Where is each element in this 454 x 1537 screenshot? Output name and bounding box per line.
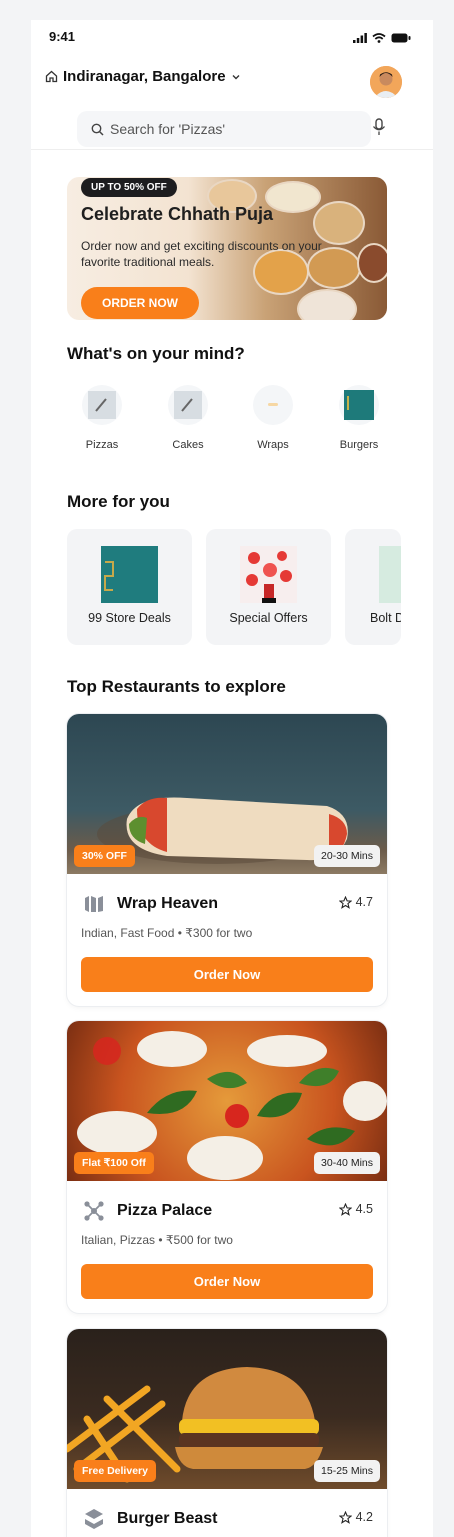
category-label: Burgers — [339, 439, 379, 451]
restaurant-photo: Free Delivery 15-25 Mins — [67, 1329, 387, 1489]
restaurant-photo: 30% OFF 20-30 Mins — [67, 714, 387, 874]
section-title-top: Top Restaurants to explore — [67, 677, 286, 696]
search-bar[interactable]: Search for 'Pizzas' — [77, 111, 371, 147]
rating-value: 4.5 — [355, 1202, 373, 1216]
banner-title: Celebrate Chhath Puja — [81, 204, 274, 224]
pizza-icon — [82, 385, 122, 425]
category-burgers[interactable]: Burgers — [329, 385, 389, 451]
app-header: Indiranagar, Bangalore Search for 'Pizza… — [31, 54, 433, 150]
offer-badge: Free Delivery — [74, 1460, 156, 1482]
star-icon — [338, 895, 352, 909]
decorative-plate — [357, 243, 387, 283]
order-now-button[interactable]: Order Now — [81, 1264, 373, 1299]
star-icon — [338, 1510, 352, 1524]
tile-label: Special Offers — [229, 611, 308, 625]
offer-badge: 30% OFF — [74, 845, 135, 867]
rating: 4.7 — [338, 895, 373, 909]
delivery-time-badge: 20-30 Mins — [314, 845, 380, 867]
status-time: 9:41 — [49, 29, 76, 44]
section-title-mind: What's on your mind? — [67, 344, 245, 363]
wrap-icon — [253, 385, 293, 425]
restaurant-logo-icon — [85, 896, 103, 912]
category-wraps[interactable]: Wraps — [243, 385, 303, 451]
discount-tag: UP TO 50% OFF — [81, 178, 177, 197]
section-title-more: More for you — [67, 492, 170, 511]
special-offers-image — [240, 546, 297, 603]
system-icons — [353, 33, 411, 43]
more-tile-store-deals[interactable]: 99 Store Deals — [67, 529, 192, 645]
avatar[interactable] — [370, 66, 402, 98]
order-now-button[interactable]: ORDER NOW — [81, 287, 199, 319]
microphone-icon[interactable] — [372, 118, 386, 136]
phone-screen: 9:41 Indiranagar, Bangalore Search for '… — [31, 20, 433, 1537]
restaurant-card[interactable]: Flat ₹100 Off 30-40 Mins Pizza Palace 4.… — [67, 1021, 387, 1313]
delivery-time-badge: 30-40 Mins — [314, 1152, 380, 1174]
decorative-plate — [297, 289, 357, 320]
star-icon — [338, 1202, 352, 1216]
category-cakes[interactable]: Cakes — [158, 385, 218, 451]
banner-description: Order now and get exciting discounts on … — [81, 239, 322, 269]
tile-label: 99 Store Deals — [88, 611, 171, 625]
rating: 4.2 — [338, 1510, 373, 1524]
category-label: Pizzas — [85, 439, 119, 451]
battery-icon — [391, 33, 411, 43]
status-bar: 9:41 — [31, 20, 433, 54]
location-label: Indiranagar, Bangalore — [63, 68, 226, 85]
restaurant-card[interactable]: Free Delivery 15-25 Mins Burger Beast 4.… — [67, 1329, 387, 1537]
delivery-time-badge: 15-25 Mins — [314, 1460, 380, 1482]
promo-banner[interactable]: UP TO 50% OFF Celebrate Chhath Puja Orde… — [67, 177, 387, 320]
burger-icon — [339, 385, 379, 425]
restaurant-card[interactable]: 30% OFF 20-30 Mins Wrap Heaven 4.7 India… — [67, 714, 387, 1006]
home-icon — [45, 70, 58, 83]
location-selector[interactable]: Indiranagar, Bangalore — [45, 68, 241, 85]
search-icon — [91, 123, 104, 136]
tile-label: Bolt D — [370, 611, 401, 625]
restaurant-name: Wrap Heaven — [117, 895, 219, 912]
more-tile-special-offers[interactable]: Special Offers — [206, 529, 331, 645]
category-label: Cakes — [172, 439, 204, 451]
restaurant-photo: Flat ₹100 Off 30-40 Mins — [67, 1021, 387, 1181]
rating-value: 4.7 — [355, 895, 373, 909]
wifi-icon — [372, 33, 386, 43]
rating-value: 4.2 — [355, 1510, 373, 1524]
store-deals-image — [101, 546, 158, 603]
category-label: Wraps — [257, 439, 289, 451]
restaurant-name: Pizza Palace — [117, 1202, 213, 1219]
decorative-plate — [265, 181, 321, 213]
bolt-image — [379, 546, 401, 603]
offer-badge: Flat ₹100 Off — [74, 1152, 154, 1174]
restaurant-logo-icon — [84, 1201, 104, 1221]
restaurant-name: Burger Beast — [117, 1510, 218, 1527]
more-tile-bolt[interactable]: Bolt D — [345, 529, 401, 645]
restaurant-meta: Indian, Fast Food • ₹300 for two — [81, 926, 253, 940]
cake-icon — [168, 385, 208, 425]
signal-icon — [353, 33, 367, 43]
rating: 4.5 — [338, 1202, 373, 1216]
restaurant-meta: Italian, Pizzas • ₹500 for two — [81, 1233, 233, 1247]
chevron-down-icon — [232, 74, 240, 79]
order-now-button[interactable]: Order Now — [81, 957, 373, 992]
restaurant-logo-icon — [85, 1509, 103, 1529]
search-input[interactable]: Search for 'Pizzas' — [110, 121, 225, 137]
category-pizzas[interactable]: Pizzas — [72, 385, 132, 451]
